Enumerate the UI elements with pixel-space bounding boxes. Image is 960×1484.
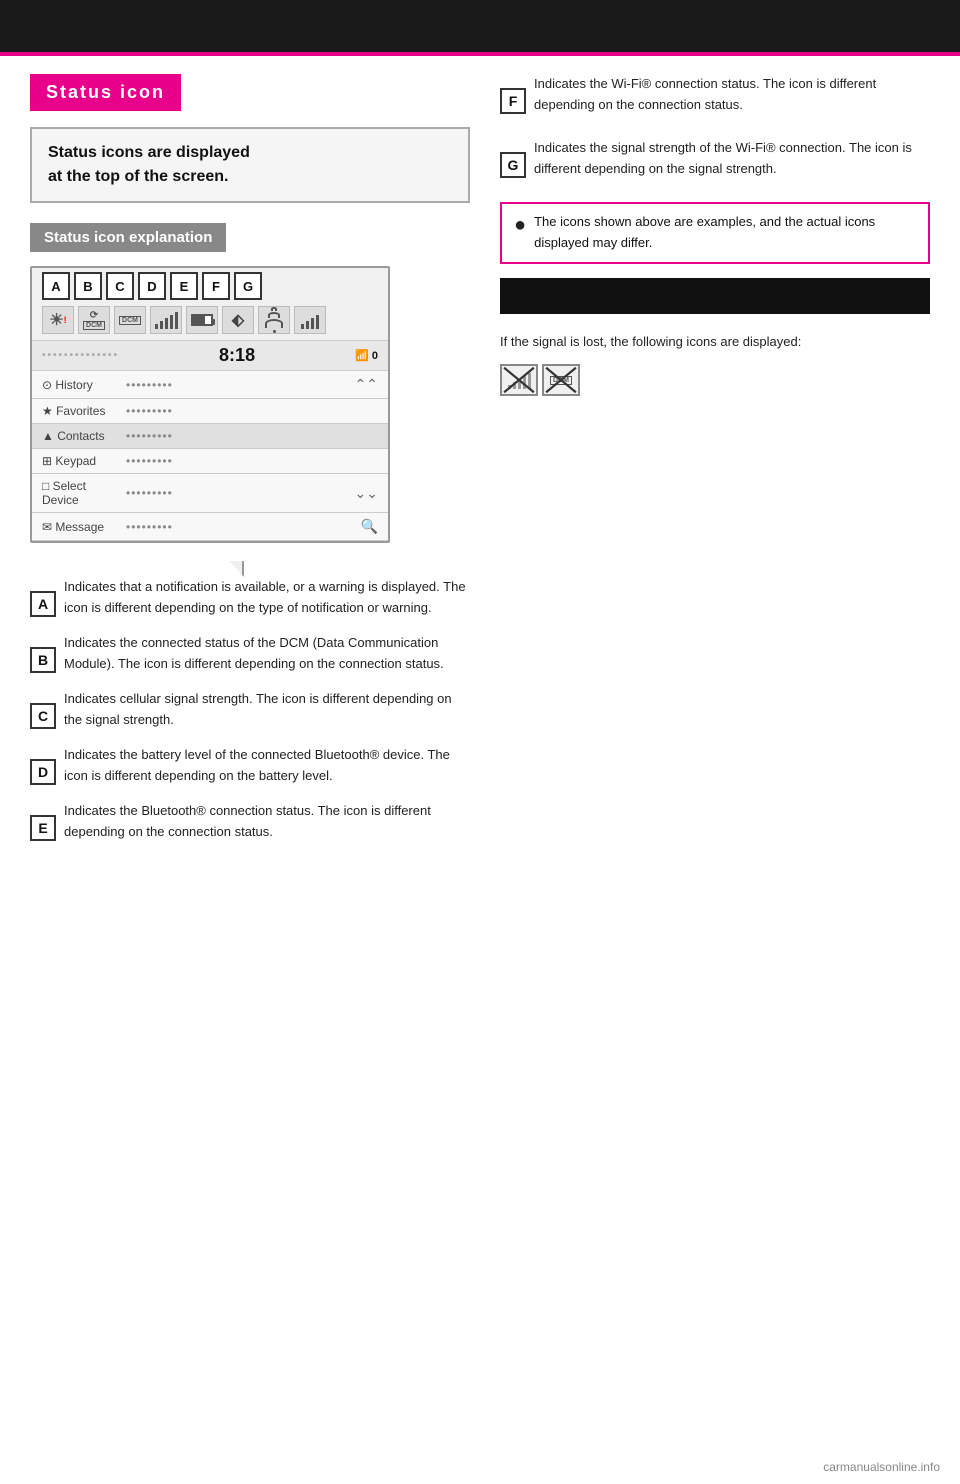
section-label-a: A xyxy=(30,591,56,617)
screen-status-icons: 📶 0 xyxy=(355,349,378,362)
section-label-f: F xyxy=(500,88,526,114)
top-bar xyxy=(0,0,960,52)
section-g: G Indicates the signal strength of the W… xyxy=(500,138,930,184)
section-e-text: Indicates the Bluetooth® connection stat… xyxy=(64,801,470,843)
section-d: D Indicates the battery level of the con… xyxy=(30,745,470,791)
section-c-text: Indicates cellular signal strength. The … xyxy=(64,689,470,731)
dcm-icon-2: DCM xyxy=(114,306,146,334)
section-label-g: G xyxy=(500,152,526,178)
wifi-signal-icon xyxy=(294,306,326,334)
signal-icon xyxy=(150,306,182,334)
section-a: A Indicates that a notification is avail… xyxy=(30,577,470,623)
no-signal-icons-row: DCM xyxy=(500,364,930,396)
section-label-b: B xyxy=(30,647,56,673)
dcm-icon-1: ⟳ DCM xyxy=(78,306,110,334)
battery-icon xyxy=(186,306,218,334)
no-signal-icon-1 xyxy=(500,364,538,396)
info-line1: Status icons are displayed at the top of… xyxy=(48,141,452,189)
left-column: Status icon Status icons are displayed a… xyxy=(30,74,470,857)
black-info-box xyxy=(500,278,930,314)
icon-label-a: A xyxy=(42,272,70,300)
note-bullet: ● xyxy=(514,214,526,237)
menu-item-select-device[interactable]: □ Select Device ••••••••• ⌄⌄ xyxy=(32,474,388,513)
section-d-text: Indicates the battery level of the conne… xyxy=(64,745,470,787)
section-label-c: C xyxy=(30,703,56,729)
section-f-text: Indicates the Wi-Fi® connection status. … xyxy=(534,74,930,116)
screen-menu: ⊙ History ••••••••• ⌃⌃ ★ Favorites •••••… xyxy=(32,371,388,541)
watermark: carmanualsonline.info xyxy=(823,1460,940,1474)
notification-icon: ☀! xyxy=(42,306,74,334)
icon-label-d: D xyxy=(138,272,166,300)
wifi-icon xyxy=(258,306,290,334)
right-column: F Indicates the Wi-Fi® connection status… xyxy=(500,74,930,857)
note-box: ● The icons shown above are examples, an… xyxy=(500,202,930,264)
icon-label-b: B xyxy=(74,272,102,300)
section-e: E Indicates the Bluetooth® connection st… xyxy=(30,801,470,847)
icon-labels-row: A B C D E F G xyxy=(32,268,388,300)
info-box: Status icons are displayed at the top of… xyxy=(30,127,470,203)
screen-password-dots: •••••••••••••• xyxy=(42,350,119,361)
menu-item-history[interactable]: ⊙ History ••••••••• ⌃⌃ xyxy=(32,371,388,399)
icon-label-c: C xyxy=(106,272,134,300)
section-c: C Indicates cellular signal strength. Th… xyxy=(30,689,470,735)
icons-row: ☀! ⟳ DCM DCM xyxy=(32,304,388,340)
menu-item-keypad[interactable]: ⊞ Keypad ••••••••• xyxy=(32,449,388,474)
menu-item-contacts[interactable]: ▲ Contacts ••••••••• xyxy=(32,424,388,449)
section-g-text: Indicates the signal strength of the Wi-… xyxy=(534,138,930,180)
no-signal-note: If the signal is lost, the following ico… xyxy=(500,332,930,353)
explanation-heading: Status icon explanation xyxy=(30,223,226,252)
bluetooth-icon: ⬖ xyxy=(222,306,254,334)
screen-time: 8:18 xyxy=(219,345,255,366)
bubble-tail xyxy=(230,561,244,577)
section-b: B Indicates the connected status of the … xyxy=(30,633,470,679)
icon-label-e: E xyxy=(170,272,198,300)
icon-label-f: F xyxy=(202,272,230,300)
section-a-text: Indicates that a notification is availab… xyxy=(64,577,470,619)
note-text: The icons shown above are examples, and … xyxy=(534,212,916,254)
section-label-d: D xyxy=(30,759,56,785)
no-signal-icon-2: DCM xyxy=(542,364,580,396)
menu-item-favorites[interactable]: ★ Favorites ••••••••• xyxy=(32,399,388,424)
menu-item-message[interactable]: ✉ Message ••••••••• 🔍 xyxy=(32,513,388,541)
section-label-e: E xyxy=(30,815,56,841)
status-icon-heading: Status icon xyxy=(30,74,181,111)
screen-mock: A B C D E F G ☀! ⟳ DCM DCM xyxy=(30,266,390,543)
icon-label-g: G xyxy=(234,272,262,300)
section-f: F Indicates the Wi-Fi® connection status… xyxy=(500,74,930,120)
section-b-text: Indicates the connected status of the DC… xyxy=(64,633,470,675)
screen-status-bar: •••••••••••••• 8:18 📶 0 xyxy=(32,340,388,371)
